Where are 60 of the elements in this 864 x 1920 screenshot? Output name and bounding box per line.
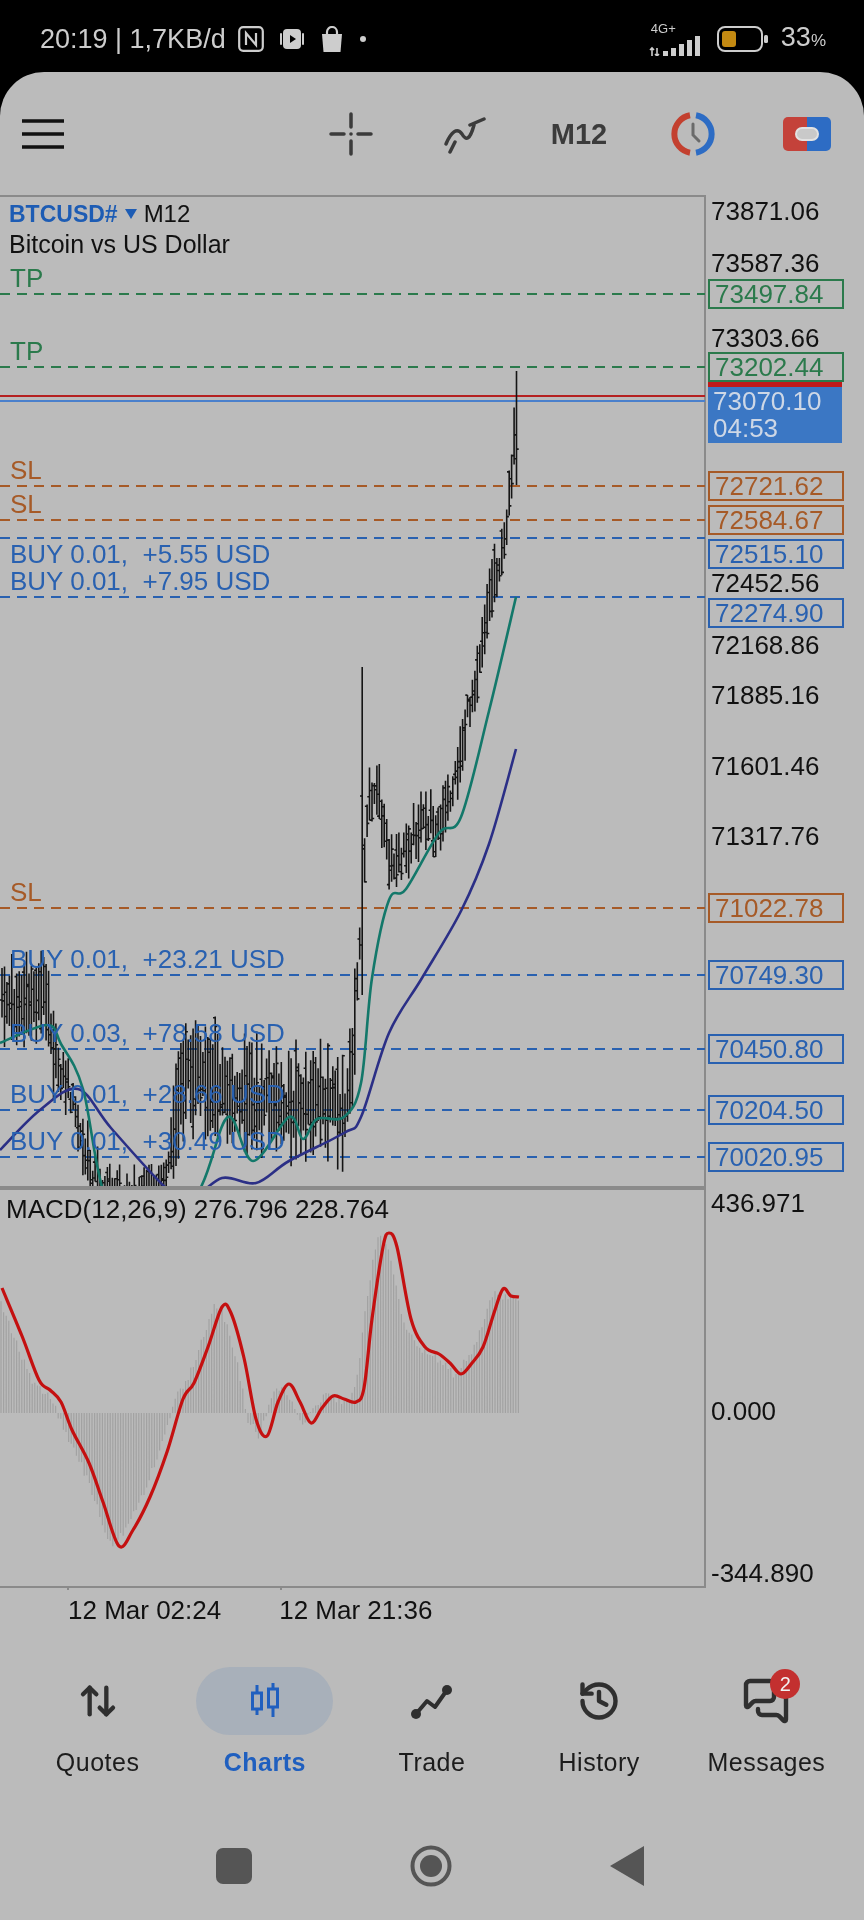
- price-scale-label: 71601.46: [711, 753, 820, 779]
- order-price-tag: 72274.90: [708, 598, 844, 628]
- order-price-tag: 72515.10: [708, 539, 844, 569]
- clock-icon[interactable]: [671, 111, 715, 156]
- symbol-text: BTCUSD#: [9, 200, 118, 229]
- recents-icon[interactable]: [216, 1848, 252, 1884]
- price-scale-label: 71885.16: [711, 682, 820, 708]
- order-label: SL: [10, 457, 42, 483]
- symbol-description: Bitcoin vs US Dollar: [9, 229, 230, 259]
- nfc-icon: [237, 26, 264, 52]
- toggle-icon[interactable]: [783, 116, 831, 151]
- order-label: SL: [10, 879, 42, 905]
- unread-count-badge: 2: [770, 1669, 801, 1699]
- price-scale-label: 73871.06: [711, 198, 820, 224]
- price-scale-label: 72168.86: [711, 632, 820, 658]
- macd-scale-label: 0.000: [711, 1398, 777, 1424]
- time-axis-label: 12 Mar 21:36: [279, 1595, 433, 1625]
- order-label: TP: [10, 338, 44, 364]
- order-label: TP: [10, 265, 44, 291]
- price-scale-label: 72452.56: [711, 570, 820, 596]
- menu-icon[interactable]: [22, 118, 64, 149]
- current-price-text: 73070.10: [713, 388, 823, 415]
- price-scale-label: 71317.76: [711, 823, 820, 849]
- order-price-tag: 70204.50: [708, 1095, 844, 1125]
- media-icon: [279, 29, 304, 49]
- caret-icon[interactable]: [124, 209, 137, 219]
- order-price-tag: 70450.80: [708, 1034, 844, 1064]
- battery-icon: [716, 26, 769, 52]
- battery-percent: 33%: [780, 21, 826, 54]
- nav-tab[interactable]: 2 Messages: [697, 1667, 835, 1777]
- order-price-tag: 73497.84: [708, 279, 844, 309]
- order-price-tag: 70749.30: [708, 960, 844, 990]
- nav-tab[interactable]: Quotes: [29, 1667, 167, 1777]
- order-price-tag: 72721.62: [708, 471, 844, 501]
- price-scale-label: 73303.66: [711, 325, 820, 351]
- time-axis-label: 12 Mar 02:24: [68, 1595, 222, 1625]
- nav-tab[interactable]: History: [530, 1667, 668, 1777]
- shopping-bag-icon: [319, 26, 344, 52]
- notification-dot-icon: [359, 36, 366, 42]
- home-icon[interactable]: [410, 1845, 452, 1887]
- macd-scale-label: 436.971: [711, 1190, 805, 1216]
- order-label: BUY 0.01, +7.95 USD: [10, 568, 271, 594]
- order-label: SL: [10, 491, 42, 517]
- countdown-text: 04:53: [713, 415, 780, 442]
- status-text: 20:19 | 1,7KB/d: [40, 23, 226, 55]
- macd-scale-label: -344.890: [711, 1560, 814, 1586]
- timeframe-text: M12: [143, 199, 191, 229]
- price-scale-label: 73587.36: [711, 250, 820, 276]
- timeframe-button[interactable]: M12: [550, 116, 608, 151]
- macd-label: MACD(12,26,9) 276.796 228.764: [6, 1196, 390, 1222]
- crosshair-icon[interactable]: [329, 111, 373, 156]
- order-price-tag: 71022.78: [708, 893, 844, 923]
- chat-bubbles-icon: [742, 1677, 791, 1725]
- order-price-tag: 72584.67: [708, 505, 844, 535]
- nav-tab[interactable]: Trade: [363, 1667, 501, 1777]
- back-icon[interactable]: [610, 1846, 644, 1886]
- order-price-tag: 70020.95: [708, 1142, 844, 1172]
- order-label: BUY 0.01, +5.55 USD: [10, 541, 271, 567]
- network-type-text: 4G+: [650, 22, 676, 35]
- order-price-tag: 73202.44: [708, 352, 844, 382]
